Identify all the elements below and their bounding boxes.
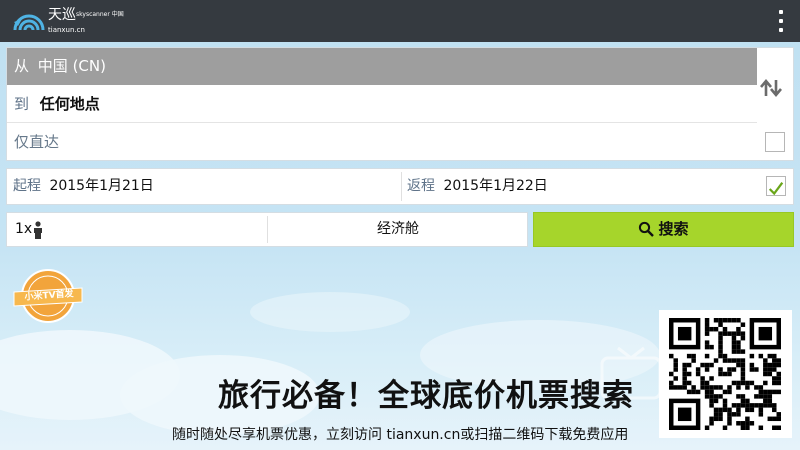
cabin-class-selector[interactable]: 经济舱 xyxy=(377,213,419,246)
divider xyxy=(401,172,402,201)
search-label: 搜索 xyxy=(658,220,689,238)
logo-domain: tianxun.cn xyxy=(48,26,85,34)
swap-arrows-icon[interactable] xyxy=(759,78,783,98)
promo-title: 旅行必备！全球底价机票搜索 xyxy=(218,378,634,414)
qr-code xyxy=(659,310,792,438)
return-checkbox[interactable] xyxy=(766,176,786,196)
depart-date-field[interactable]: 起程 2015年1月21日 xyxy=(13,169,154,204)
logo-partner: skyscanner 中国 xyxy=(76,11,124,18)
magnifier-icon xyxy=(639,221,655,237)
direct-only-checkbox[interactable] xyxy=(765,132,785,152)
passenger-selector[interactable]: 1x xyxy=(15,213,32,246)
to-label: 到 xyxy=(14,95,30,113)
xiaomi-tv-badge: 小米TV首发 xyxy=(12,268,84,324)
promo-subtitle: 随时随处尽享机票优惠，立刻访问 tianxun.cn或扫描二维码下载免费应用 xyxy=(172,427,629,443)
qr-code-icon xyxy=(669,318,781,430)
depart-label: 起程 xyxy=(13,178,41,194)
passenger-cabin-card: 1x 经济舱 xyxy=(6,212,528,247)
return-label: 返程 xyxy=(407,178,435,194)
route-card: 从 中国 (CN) 到 任何地点 仅直达 xyxy=(6,47,794,161)
to-field[interactable]: 到 任何地点 xyxy=(7,85,757,123)
search-button[interactable]: 搜索 xyxy=(533,212,794,247)
direct-only-label: 仅直达 xyxy=(14,133,60,151)
from-label: 从 xyxy=(14,57,30,75)
app-header: 天巡 skyscanner 中国 tianxun.cn xyxy=(0,0,800,42)
from-field[interactable]: 从 中国 (CN) xyxy=(7,48,757,85)
tianxun-logo-icon xyxy=(13,14,45,31)
depart-value: 2015年1月21日 xyxy=(49,178,154,194)
dates-card: 起程 2015年1月21日 返程 2015年1月22日 xyxy=(6,168,794,205)
cloud-decoration xyxy=(250,292,410,332)
return-value: 2015年1月22日 xyxy=(443,178,548,194)
person-icon xyxy=(34,221,42,239)
passenger-count: 1x xyxy=(15,221,33,237)
from-value: 中国 (CN) xyxy=(37,57,106,75)
divider xyxy=(267,216,268,243)
overflow-menu-icon[interactable] xyxy=(776,10,786,32)
checkmark-icon xyxy=(768,182,784,196)
logo-title: 天巡 xyxy=(48,7,76,23)
to-value: 任何地点 xyxy=(39,95,100,113)
cabin-class-value: 经济舱 xyxy=(377,221,419,237)
direct-only-row[interactable]: 仅直达 xyxy=(7,124,795,161)
return-date-field[interactable]: 返程 2015年1月22日 xyxy=(407,169,548,204)
